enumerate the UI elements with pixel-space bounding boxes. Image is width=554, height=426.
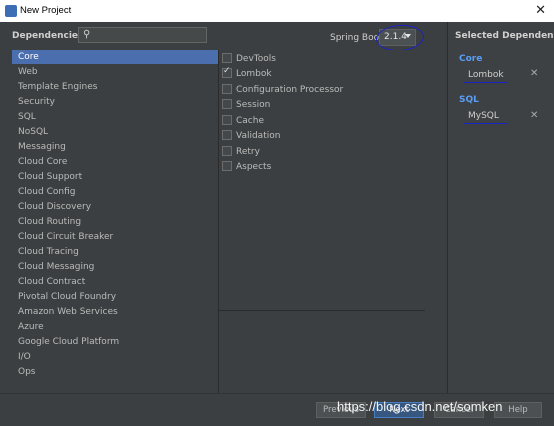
dialog-content: Dependencies ⚲ Spring Boot 2.1.4 Core We…	[0, 22, 554, 426]
dependency-validation[interactable]: Validation	[222, 129, 280, 143]
category-item-messaging[interactable]: Messaging	[12, 140, 218, 154]
dependency-label: Aspects	[236, 162, 272, 172]
dependency-session[interactable]: Session	[222, 98, 270, 112]
category-item-security[interactable]: Security	[12, 95, 218, 109]
previous-button[interactable]: Previous	[316, 402, 366, 418]
selected-item-lombok: Lombok	[468, 70, 504, 80]
close-icon[interactable]: ✕	[535, 3, 546, 18]
dependency-retry[interactable]: Retry	[222, 145, 260, 159]
category-list: Core Web Template Engines Security SQL N…	[12, 50, 219, 393]
checkbox[interactable]	[222, 98, 232, 109]
checkbox[interactable]	[222, 145, 232, 156]
window-title: New Project	[20, 5, 72, 16]
next-button[interactable]: Next	[374, 402, 424, 418]
category-item-core[interactable]: Core	[12, 50, 218, 64]
annotation-underline	[464, 82, 508, 83]
checkbox[interactable]	[222, 114, 232, 125]
dependencies-label: Dependencies	[12, 31, 84, 41]
remove-lombok-icon[interactable]: ✕	[530, 68, 538, 79]
dependency-label: Retry	[236, 147, 260, 157]
category-item-cloud-core[interactable]: Cloud Core	[12, 155, 218, 169]
dependency-lombok[interactable]: ✓ Lombok	[222, 65, 272, 81]
category-item-cloud-discovery[interactable]: Cloud Discovery	[12, 200, 218, 214]
checkbox[interactable]	[222, 129, 232, 140]
category-item-cloud-circuit-breaker[interactable]: Cloud Circuit Breaker	[12, 230, 218, 244]
dependency-configuration-processor[interactable]: Configuration Processor	[222, 83, 343, 97]
category-item-web[interactable]: Web	[12, 65, 218, 79]
help-button[interactable]: Help	[494, 402, 542, 418]
search-input[interactable]	[95, 29, 203, 41]
dependency-label: DevTools	[236, 54, 276, 64]
annotation-underline	[464, 123, 508, 124]
category-item-sql[interactable]: SQL	[12, 110, 218, 124]
window-titlebar: New Project ✕	[0, 0, 554, 22]
category-item-cloud-contract[interactable]: Cloud Contract	[12, 275, 218, 289]
category-item-nosql[interactable]: NoSQL	[12, 125, 218, 139]
dependency-cache[interactable]: Cache	[222, 114, 264, 128]
category-item-cloud-support[interactable]: Cloud Support	[12, 170, 218, 184]
intellij-logo-icon	[5, 5, 17, 17]
category-item-cloud-messaging[interactable]: Cloud Messaging	[12, 260, 218, 274]
description-divider	[219, 310, 425, 311]
selected-group-core: Core	[459, 54, 483, 64]
selected-group-sql: SQL	[459, 95, 479, 105]
checkmark-icon: ✓	[223, 65, 231, 76]
checkbox[interactable]	[222, 52, 232, 63]
category-item-cloud-routing[interactable]: Cloud Routing	[12, 215, 218, 229]
category-item-cloud-tracing[interactable]: Cloud Tracing	[12, 245, 218, 259]
dependency-devtools[interactable]: DevTools	[222, 52, 276, 66]
search-field[interactable]: ⚲	[78, 27, 207, 43]
category-item-google-cloud-platform[interactable]: Google Cloud Platform	[12, 335, 218, 349]
category-item-amazon-web-services[interactable]: Amazon Web Services	[12, 305, 218, 319]
dependency-aspects[interactable]: Aspects	[222, 160, 271, 174]
category-item-cloud-config[interactable]: Cloud Config	[12, 185, 218, 199]
dependency-label: Cache	[236, 116, 264, 126]
spring-boot-label: Spring Boot	[330, 33, 383, 43]
checkbox[interactable]	[222, 83, 232, 94]
category-item-template-engines[interactable]: Template Engines	[12, 80, 218, 94]
dialog-footer: Previous Next Cancel Help	[0, 393, 554, 426]
dependency-list: DevTools ✓ Lombok Configuration Processor…	[219, 50, 425, 393]
selected-item-mysql: MySQL	[468, 111, 499, 121]
annotation-circle	[375, 23, 425, 53]
category-item-pivotal-cloud-foundry[interactable]: Pivotal Cloud Foundry	[12, 290, 218, 304]
category-item-ops[interactable]: Ops	[12, 365, 218, 379]
cancel-button[interactable]: Cancel	[434, 402, 484, 418]
category-item-io[interactable]: I/O	[12, 350, 218, 364]
dependency-label: Session	[236, 100, 271, 110]
dependency-label: Validation	[236, 131, 281, 141]
search-icon: ⚲	[83, 29, 91, 40]
selected-dependencies-panel: Selected Dependencies Core Lombok ✕ SQL …	[447, 22, 554, 393]
dependency-label: Lombok	[236, 69, 272, 79]
checkbox[interactable]: ✓	[222, 65, 232, 78]
dependency-label: Configuration Processor	[236, 85, 344, 95]
category-item-azure[interactable]: Azure	[12, 320, 218, 334]
remove-mysql-icon[interactable]: ✕	[530, 110, 538, 121]
checkbox[interactable]	[222, 160, 232, 171]
selected-dependencies-title: Selected Dependencies	[455, 31, 554, 41]
